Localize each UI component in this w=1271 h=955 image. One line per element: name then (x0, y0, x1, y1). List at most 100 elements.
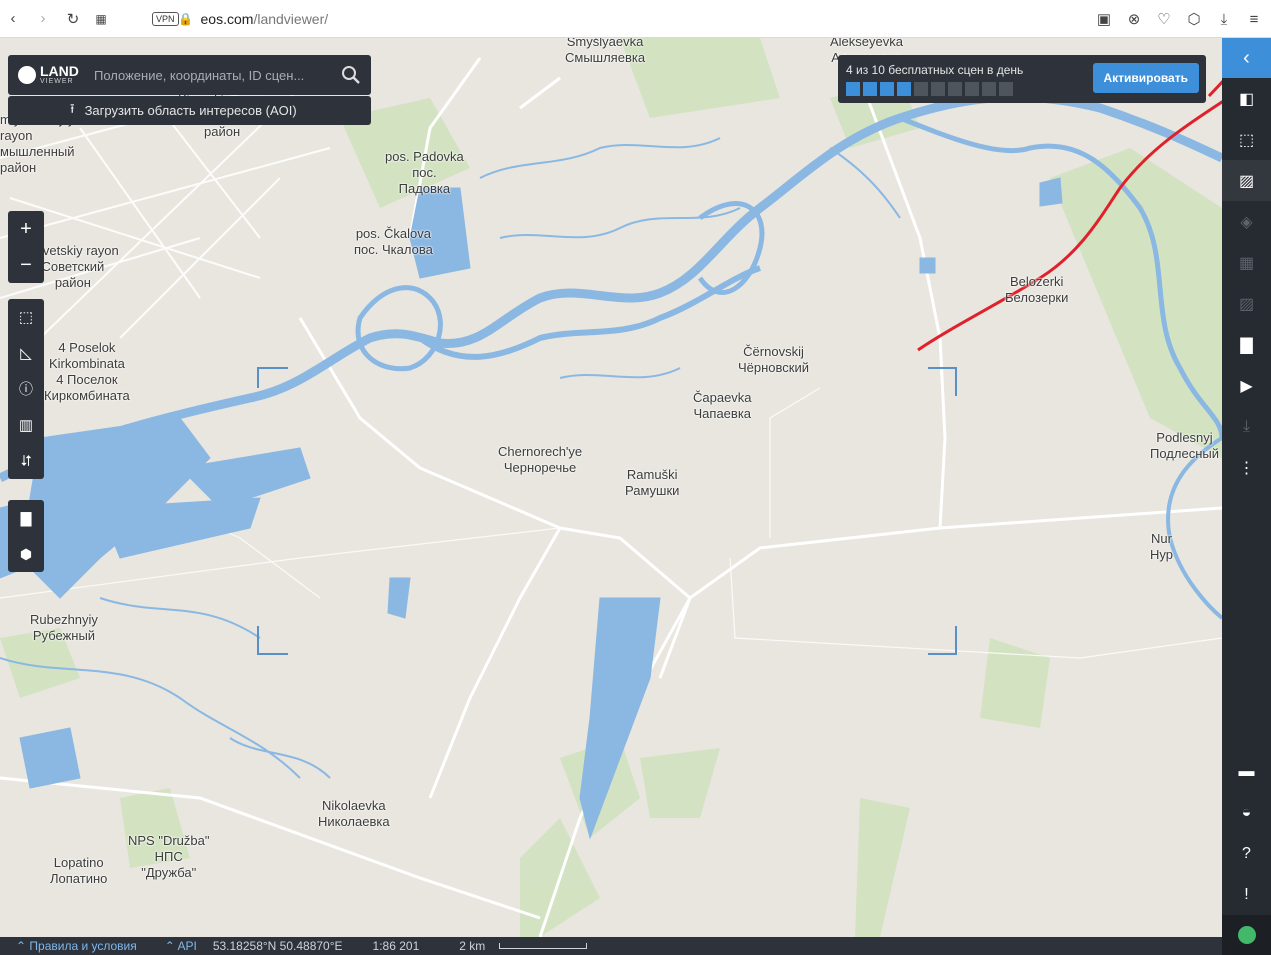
back-icon[interactable]: ‹ (2, 8, 24, 30)
browser-actions: ▣ ⊗ ♡ ⬡ ⤓ ≡ (1093, 8, 1265, 30)
scene-quota-segment (914, 82, 928, 96)
zoom-controls: + − (8, 211, 44, 283)
scenes-quota-bar (846, 82, 1013, 96)
feedback-icon[interactable]: ! (1222, 874, 1271, 915)
chevron-left-icon: ‹ (1243, 46, 1250, 69)
zoom-out-button[interactable]: − (8, 247, 44, 283)
map-label: pos. Čkalova пос. Чкалова (354, 226, 433, 257)
cart-icon[interactable]: ◒ (1222, 792, 1271, 833)
map-label: Ramuški Рамушки (625, 467, 680, 498)
logo-subtitle: VIEWER (40, 78, 74, 85)
menu-icon[interactable]: ≡ (1243, 8, 1265, 30)
chat-icon[interactable]: ▬ (1222, 751, 1271, 792)
scene-quota-segment (999, 82, 1013, 96)
share-icon[interactable]: ⮃ (8, 443, 44, 479)
right-sidebar: ‹ ◧ ⬚ ▨ ◈ ▦ ▨ ▇ ▶ ⤓ ⋮ ▬ ◒ ? ! (1222, 38, 1271, 955)
upload-aoi-label: Загрузить область интересов (AOI) (84, 103, 297, 118)
search-input[interactable] (94, 67, 334, 83)
bar-chart-icon[interactable]: ▇ (8, 500, 44, 536)
scene-quota-segment (863, 82, 877, 96)
scene-quota-segment (880, 82, 894, 96)
map-label: pos. Padovka пос. Падовка (385, 149, 464, 196)
collapse-sidebar-button[interactable]: ‹ (1222, 38, 1271, 78)
lock-icon: 🔒 (178, 11, 193, 26)
compare-icon[interactable]: ◧ (1222, 78, 1271, 119)
ruler-icon[interactable]: ◺ (8, 335, 44, 371)
download-icon[interactable]: ⤓ (1222, 406, 1271, 447)
analytics-tools: ▇ ⬢ (8, 500, 44, 572)
tabs-grid-icon[interactable]: ▦ (90, 8, 112, 30)
map-book-icon[interactable]: ▥ (8, 407, 44, 443)
api-label: API (177, 939, 197, 953)
layers-icon[interactable]: ◈ (1222, 201, 1271, 242)
draw-aoi-icon[interactable]: ⬚ (8, 299, 44, 335)
zoom-in-button[interactable]: + (8, 211, 44, 247)
map-label: Lopatino Лопатино (50, 855, 108, 886)
map-label: Podlesnyj Подлесный (1150, 430, 1219, 461)
search-panel: LAND VIEWER (8, 55, 371, 95)
scale-bar (499, 943, 588, 949)
logo-title: LAND (40, 63, 79, 79)
map-canvas[interactable]: SmyšlyaevkaСмышляевка AlekseyevkaАлексее… (0, 38, 1222, 937)
map-label: Smyšlyaevka Смышляевка (565, 38, 646, 65)
box-icon[interactable]: ⬡ (1183, 8, 1205, 30)
vpn-badge[interactable]: VPN (152, 11, 179, 26)
upload-icon: ⭱ (70, 100, 75, 116)
aoi-shape-icon[interactable]: ⬚ (1222, 119, 1271, 160)
layout-icon[interactable]: ▦ (1222, 242, 1271, 283)
map-graphics (0, 38, 1222, 937)
download-icon[interactable]: ⤓ (1213, 8, 1235, 30)
reload-icon[interactable]: ↻ (62, 8, 84, 30)
status-bar: ⌃ Правила и условия ⌃ API 53.18258°N 50.… (0, 937, 1222, 955)
more-icon[interactable]: ⋮ (1222, 447, 1271, 488)
search-icon[interactable] (341, 65, 361, 85)
map-label: Rubezhnyiy Рубежный (30, 612, 98, 643)
cursor-coordinates: 53.18258°N 50.48870°E (212, 939, 343, 953)
address-bar[interactable]: eos.com/landviewer/ (201, 11, 329, 27)
scenes-quota-text: 4 из 10 бесплатных сцен в день (846, 63, 1024, 77)
scene-quota-segment (982, 82, 996, 96)
terms-link[interactable]: ⌃ Правила и условия (16, 939, 137, 953)
info-icon[interactable]: ⓘ (8, 371, 44, 407)
block-icon[interactable]: ⊗ (1123, 8, 1145, 30)
annotation-arrow-head (1207, 80, 1222, 98)
browser-toolbar: ‹ › ↻ ▦ VPN 🔒 eos.com/landviewer/ ▣ ⊗ ♡ … (0, 0, 1271, 38)
map-label: Čapaevka Чапаевка (693, 390, 752, 421)
user-account-button[interactable] (1222, 915, 1271, 955)
scene-quota-segment (931, 82, 945, 96)
scenes-quota-panel: 4 из 10 бесплатных сцен в день Активиров… (838, 55, 1206, 103)
scene-quota-segment (948, 82, 962, 96)
scene-quota-segment (897, 82, 911, 96)
activate-button[interactable]: Активировать (1092, 63, 1199, 93)
map-tools: ⬚ ◺ ⓘ ▥ ⮃ (8, 299, 44, 479)
map-label: NPS "Družba" НПС "Дружба" (128, 833, 210, 880)
scene-quota-segment (965, 82, 979, 96)
heart-icon[interactable]: ♡ (1153, 8, 1175, 30)
map-label: Nikolaevka Николаевка (318, 798, 390, 829)
map-label: Belozerki Белозерки (1005, 274, 1069, 305)
globe-icon (18, 66, 36, 84)
map-label: Nur Нур (1150, 531, 1173, 562)
forward-icon[interactable]: › (32, 8, 54, 30)
play-icon[interactable]: ▶ (1222, 365, 1271, 406)
scale-distance: 2 km (459, 939, 486, 953)
landviewer-logo[interactable]: LAND VIEWER (8, 55, 94, 95)
camera-icon[interactable]: ▣ (1093, 8, 1115, 30)
user-avatar-icon (1237, 926, 1256, 944)
url-domain: eos.com (200, 10, 254, 27)
upload-aoi-button[interactable]: ⭱ Загрузить область интересов (AOI) (8, 96, 371, 125)
map-label: 4 Poselok Kirkombinata 4 Поселок Киркомбина… (44, 340, 130, 403)
image-dim-icon[interactable]: ▨ (1222, 283, 1271, 324)
scene-quota-segment (846, 82, 860, 96)
image-icon[interactable]: ▨ (1222, 160, 1271, 201)
map-label: Chernorech'ye Черноречье (498, 444, 583, 475)
terms-label: Правила и условия (29, 939, 137, 953)
stats-icon[interactable]: ▇ (1222, 324, 1271, 365)
sidebar-bottom: ▬ ◒ ? ! (1222, 751, 1271, 955)
help-icon[interactable]: ? (1222, 833, 1271, 874)
scale-ratio: 1:86 201 (372, 939, 420, 953)
map-label: Čërnovskij Чёрновский (738, 344, 810, 375)
api-link[interactable]: ⌃ API (165, 939, 197, 953)
url-path: /landviewer/ (253, 10, 329, 27)
cube-icon[interactable]: ⬢ (8, 536, 44, 572)
